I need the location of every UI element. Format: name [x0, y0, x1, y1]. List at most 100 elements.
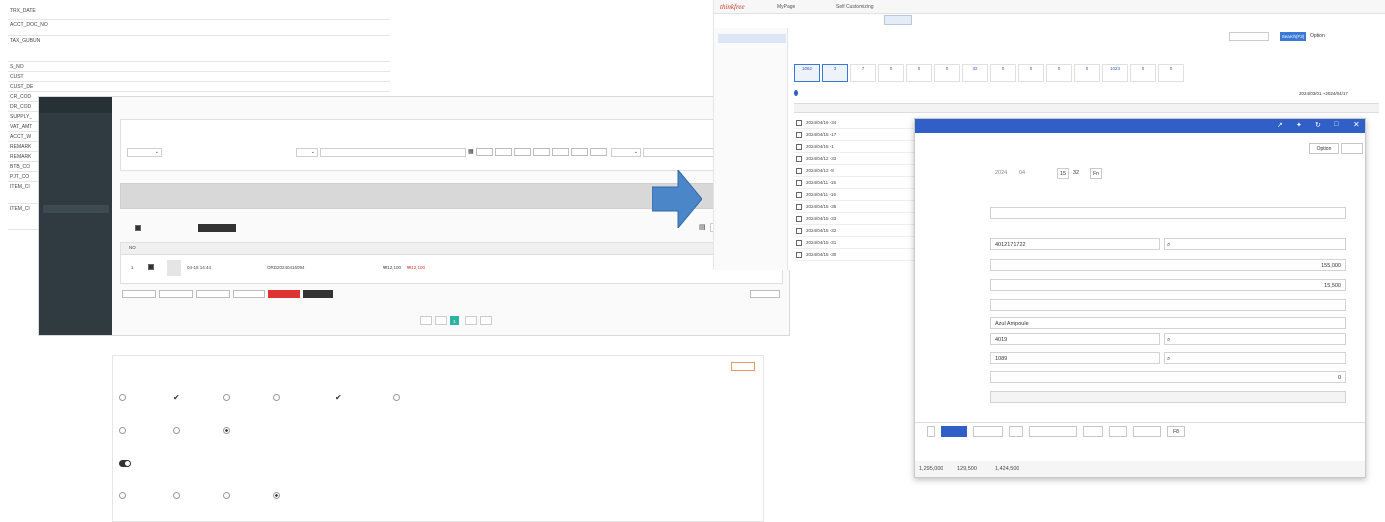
erp-subtab[interactable] — [1034, 15, 1062, 25]
erp-subtab[interactable] — [1124, 15, 1152, 25]
form-field[interactable] — [990, 207, 1346, 219]
status-count-card[interactable]: 32 — [962, 64, 988, 82]
pin-icon[interactable]: ✦ — [1296, 121, 1302, 129]
table-row[interactable]: 2024/04/15 -17 — [794, 130, 914, 141]
action-button[interactable] — [196, 290, 230, 298]
footer-button[interactable] — [1109, 426, 1127, 437]
toggle-switch[interactable] — [119, 460, 131, 467]
erp-sidebar-item[interactable] — [718, 106, 786, 115]
erp-sidebar-item[interactable] — [718, 94, 786, 103]
filter-select-2[interactable]: ⌄ — [296, 148, 318, 157]
row-checkbox[interactable] — [796, 180, 802, 186]
sidebar-item[interactable] — [43, 249, 109, 257]
option-radio[interactable] — [223, 427, 230, 434]
date-seq[interactable]: 32 — [1073, 170, 1079, 176]
maximize-icon[interactable]: □ — [1334, 121, 1338, 128]
table-row[interactable]: 1 04-15 14:44 ORD20240415094 ₩12,100 ₩12,100 — [121, 257, 782, 281]
option-radio[interactable] — [273, 492, 280, 499]
row-checkbox[interactable] — [796, 228, 802, 234]
pager-prev[interactable] — [435, 316, 447, 325]
pager-current[interactable]: 1 — [450, 316, 459, 325]
erp-sidebar-item[interactable] — [718, 34, 786, 43]
footer-button[interactable] — [1009, 426, 1023, 437]
refresh-icon[interactable]: ↻ — [1315, 121, 1321, 129]
status-count-card[interactable]: 0 — [906, 64, 932, 82]
option-radio[interactable] — [119, 492, 126, 499]
erp-sidebar-item[interactable] — [718, 130, 786, 139]
form-field[interactable]: 15,500 — [990, 279, 1346, 291]
action-button[interactable] — [122, 290, 156, 298]
external-link-icon[interactable]: ↗ — [1277, 121, 1283, 129]
status-count-card[interactable]: 1062 — [794, 64, 820, 82]
nav-menu-item[interactable]: MyPage — [777, 4, 795, 10]
row-checkbox[interactable] — [148, 264, 154, 270]
erp-sidebar-item[interactable] — [718, 46, 786, 55]
sidebar-item[interactable] — [43, 227, 109, 235]
search-icon[interactable]: ⌕ — [1167, 353, 1170, 365]
bulk-select-button[interactable] — [198, 224, 236, 232]
footer-button[interactable] — [941, 426, 967, 437]
status-count-card[interactable]: 0 — [1074, 64, 1100, 82]
filter-select-3[interactable]: ⌄ — [611, 148, 641, 157]
slip-option-button[interactable]: Option — [1309, 143, 1339, 154]
date-range-button[interactable] — [514, 148, 531, 156]
status-count-card[interactable]: 0 — [1158, 64, 1184, 82]
date-month[interactable]: 04 — [1019, 170, 1025, 176]
erp-subtab[interactable] — [974, 15, 1002, 25]
erp-subtab[interactable] — [1004, 15, 1032, 25]
status-count-card[interactable]: 1023 — [1102, 64, 1128, 82]
search-icon[interactable]: ⌕ — [1167, 334, 1170, 346]
search-icon[interactable]: ⌕ — [1167, 239, 1170, 251]
lookup-field[interactable]: ⌕ — [1164, 238, 1346, 250]
erp-option-button[interactable]: Option — [1310, 33, 1325, 39]
table-row[interactable]: 2024/04/16 -34 — [794, 118, 914, 129]
form-field[interactable]: Azul Ampoule — [990, 317, 1346, 329]
footer-button[interactable] — [1133, 426, 1161, 437]
date-year[interactable]: 2024 — [995, 170, 1007, 176]
table-row[interactable]: 2024/04/15 -35 — [794, 202, 914, 213]
erp-subtab[interactable] — [944, 15, 972, 25]
row-checkbox[interactable] — [796, 240, 802, 246]
status-count-card[interactable]: 0 — [990, 64, 1016, 82]
erp-sidebar-item[interactable] — [718, 142, 786, 151]
form-field[interactable]: 0 — [990, 371, 1346, 383]
sidebar-item[interactable] — [43, 117, 109, 125]
status-count-card[interactable]: 0 — [1130, 64, 1156, 82]
row-checkbox[interactable] — [796, 156, 802, 162]
status-count-card[interactable]: 7 — [850, 64, 876, 82]
table-row[interactable]: 2024/04/15 -32 — [794, 226, 914, 237]
status-count-card[interactable]: 0 — [878, 64, 904, 82]
sidebar-item[interactable] — [43, 139, 109, 147]
table-row[interactable]: 2024/04/11 -15 — [794, 178, 914, 189]
footer-button[interactable]: F8 — [1167, 426, 1185, 437]
status-count-card[interactable]: 0 — [1046, 64, 1072, 82]
erp-subtab[interactable] — [794, 15, 822, 25]
row-checkbox[interactable] — [796, 204, 802, 210]
action-button[interactable] — [303, 290, 333, 298]
option-radio[interactable] — [119, 394, 126, 401]
date-range-button[interactable] — [476, 148, 493, 156]
form-field[interactable]: 1089 — [990, 352, 1160, 364]
form-field[interactable]: 4012171722 — [990, 238, 1160, 250]
option-radio[interactable] — [173, 427, 180, 434]
erp-subtab[interactable] — [914, 15, 942, 25]
lookup-field[interactable]: ⌕ — [1164, 352, 1346, 364]
option-radio[interactable] — [393, 394, 400, 401]
sidebar-item[interactable] — [43, 150, 109, 158]
fn-button[interactable]: Fn — [1090, 168, 1102, 179]
status-count-card[interactable]: 0 — [934, 64, 960, 82]
form-field[interactable]: 4019 — [990, 333, 1160, 345]
sidebar-item[interactable] — [43, 128, 109, 136]
pager-next[interactable] — [465, 316, 477, 325]
table-row[interactable]: 2024/04/15 -33 — [794, 214, 914, 225]
date-range-button[interactable] — [571, 148, 588, 156]
filter-select-1[interactable]: ⌄ — [127, 148, 162, 157]
footer-button[interactable] — [1083, 426, 1103, 437]
footer-button[interactable] — [1029, 426, 1077, 437]
row-checkbox[interactable] — [796, 252, 802, 258]
settings-button[interactable] — [750, 290, 780, 298]
action-button[interactable] — [159, 290, 193, 298]
date-range-input[interactable] — [320, 148, 466, 157]
table-row[interactable]: 2024/04/15 -30 — [794, 250, 914, 261]
calendar-icon[interactable]: ▦ — [468, 148, 474, 155]
